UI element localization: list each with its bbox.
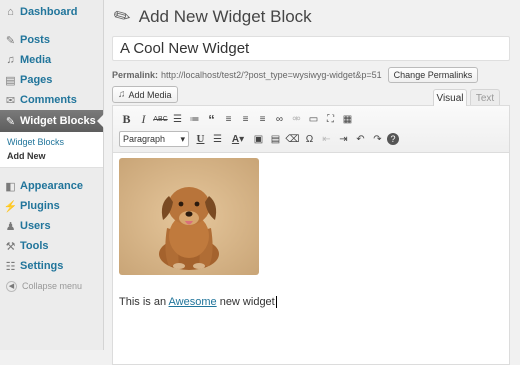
text-cursor: [275, 296, 277, 309]
appearance-icon: ◧: [5, 180, 16, 193]
bold-icon[interactable]: B: [119, 112, 134, 127]
bullet-list-icon[interactable]: ☰: [170, 112, 185, 127]
align-center-icon[interactable]: ≡: [238, 112, 253, 127]
editor-paragraph[interactable]: This is an Awesome new widget: [119, 296, 277, 309]
post-title-input[interactable]: [112, 36, 510, 61]
page-title: Add New Widget Block: [138, 6, 312, 26]
add-media-button[interactable]: ♫ Add Media: [112, 86, 178, 103]
undo-icon[interactable]: ↶: [353, 132, 368, 147]
dog-photo: [119, 158, 259, 275]
kitchen-sink-icon[interactable]: ▦: [340, 112, 355, 127]
sidebar-item-plugins[interactable]: ⚡ Plugins: [0, 196, 103, 216]
page-header: ✎ Add New Widget Block: [110, 3, 312, 30]
indent-icon[interactable]: ⇥: [336, 132, 351, 147]
toolbar-row-2: Paragraph ▾ U ☰ A ▾ ▣ ▤ ⌫ Ω ⇤ ⇥ ↶ ↷ ?: [119, 130, 401, 148]
underline-icon[interactable]: U: [193, 132, 208, 147]
visual-editor: B I ABC ☰ ≔ “ ≡ ≡ ≡ ∞ ⚮ ▭ ⛶ ▦ Paragraph ▾…: [112, 105, 510, 365]
special-character-icon[interactable]: Ω: [302, 132, 317, 147]
paste-from-word-icon[interactable]: ▤: [268, 132, 283, 147]
dashboard-icon: ⌂: [7, 6, 14, 18]
users-icon: ♟: [5, 220, 16, 233]
paste-as-text-icon[interactable]: ▣: [251, 132, 266, 147]
align-left-icon[interactable]: ≡: [221, 112, 236, 127]
blockquote-icon[interactable]: “: [204, 112, 219, 127]
sidebar-item-settings[interactable]: ☷ Settings: [0, 256, 103, 276]
pushpin-icon: ✎: [5, 34, 16, 47]
numbered-list-icon[interactable]: ≔: [187, 112, 202, 127]
help-icon[interactable]: ?: [387, 133, 399, 145]
sidebar-item-posts[interactable]: ✎ Posts: [0, 30, 103, 50]
sidebar-item-tools[interactable]: ⚒ Tools: [0, 236, 103, 256]
comments-icon: ✉: [5, 94, 16, 107]
sidebar-item-pages[interactable]: ▤ Pages: [0, 70, 103, 90]
sidebar-item-widget-blocks[interactable]: ✎ Widget Blocks: [0, 110, 104, 132]
sidebar-item-comments[interactable]: ✉ Comments: [0, 90, 103, 110]
justify-icon[interactable]: ☰: [210, 132, 225, 147]
format-select[interactable]: Paragraph ▾: [119, 131, 189, 147]
italic-icon[interactable]: I: [136, 112, 151, 127]
change-permalinks-button[interactable]: Change Permalinks: [387, 67, 479, 83]
submenu-item-widget-blocks[interactable]: Widget Blocks: [0, 135, 103, 149]
unlink-icon[interactable]: ⚮: [289, 112, 304, 127]
awesome-link[interactable]: Awesome: [169, 296, 217, 308]
collapse-menu-button[interactable]: ◀ Collapse menu: [0, 276, 103, 296]
sidebar-item-users[interactable]: ♟ Users: [0, 216, 103, 236]
sidebar-item-appearance[interactable]: ◧ Appearance: [0, 176, 103, 196]
main-content: ✎ Add New Widget Block Permalink: http:/…: [104, 0, 520, 365]
submenu-item-add-new[interactable]: Add New: [0, 149, 103, 163]
settings-icon: ☷: [5, 260, 16, 273]
read-more-icon[interactable]: ▭: [306, 112, 321, 127]
editor-toolbar: B I ABC ☰ ≔ “ ≡ ≡ ≡ ∞ ⚮ ▭ ⛶ ▦ Paragraph ▾…: [113, 106, 509, 153]
clear-formatting-icon[interactable]: ⌫: [285, 132, 300, 147]
admin-sidebar: ⌂ Dashboard ✎ Posts ♫ Media ▤ Pages ✉ Comment…: [0, 0, 104, 350]
permalink-row: Permalink: http://localhost/test2/?post_…: [112, 67, 479, 83]
editor-content[interactable]: This is an Awesome new widget: [113, 153, 509, 364]
pushpin-icon: ✎: [5, 115, 16, 128]
tab-text[interactable]: Text: [470, 89, 500, 106]
chevron-down-icon: ▾: [180, 133, 185, 144]
tab-visual[interactable]: Visual: [433, 89, 467, 106]
sidebar-item-dashboard[interactable]: ⌂ Dashboard: [0, 2, 103, 22]
widget-blocks-submenu: Widget Blocks Add New: [0, 132, 103, 168]
plugins-icon: ⚡: [3, 200, 18, 213]
add-media-label: Add Media: [128, 89, 172, 100]
redo-icon[interactable]: ↷: [370, 132, 385, 147]
toolbar-row-1: B I ABC ☰ ≔ “ ≡ ≡ ≡ ∞ ⚮ ▭ ⛶ ▦: [119, 110, 357, 128]
align-right-icon[interactable]: ≡: [255, 112, 270, 127]
media-icon: ♫: [6, 54, 15, 66]
permalink-url: http://localhost/test2/?post_type=wysiwy…: [161, 70, 382, 80]
pushpin-icon: ✎: [109, 3, 136, 31]
text-color-icon[interactable]: A ▾: [227, 132, 249, 147]
outdent-icon[interactable]: ⇤: [319, 132, 334, 147]
tools-icon: ⚒: [5, 240, 16, 253]
pages-icon: ▤: [5, 74, 16, 87]
insert-link-icon[interactable]: ∞: [272, 112, 287, 127]
media-icon: ♫: [118, 89, 126, 100]
strikethrough-icon[interactable]: ABC: [153, 112, 168, 127]
permalink-label: Permalink:: [112, 70, 159, 80]
collapse-arrow-icon: ◀: [6, 280, 17, 292]
fullscreen-icon[interactable]: ⛶: [323, 112, 338, 127]
sidebar-item-media[interactable]: ♫ Media: [0, 50, 103, 70]
dog-image[interactable]: [119, 158, 259, 275]
